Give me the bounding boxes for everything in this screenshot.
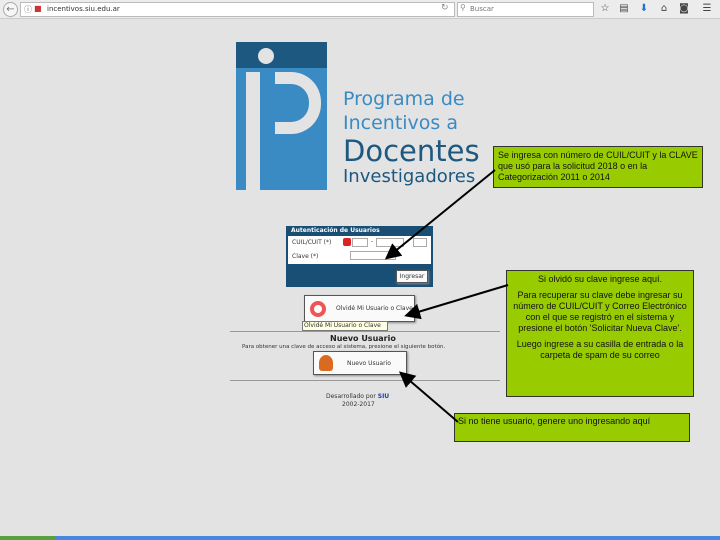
arrow-login bbox=[384, 169, 496, 260]
arrow-new-user bbox=[398, 371, 459, 423]
arrow-forgot bbox=[404, 284, 509, 320]
taskbar bbox=[0, 536, 720, 540]
start-button[interactable] bbox=[0, 536, 56, 540]
arrows bbox=[384, 169, 509, 423]
